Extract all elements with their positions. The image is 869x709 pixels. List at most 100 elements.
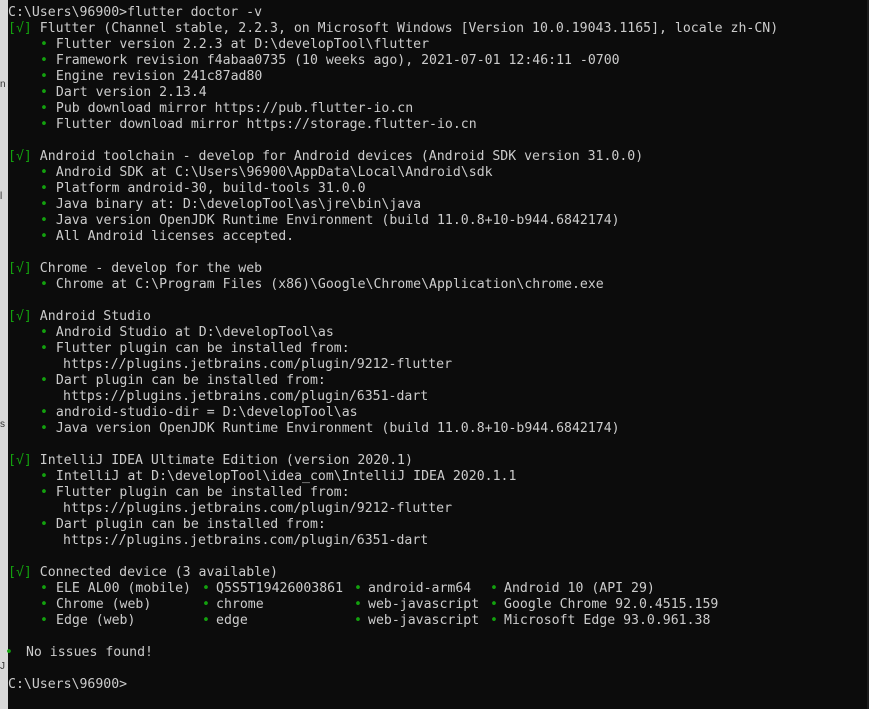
command-text: flutter doctor -v: [127, 5, 263, 20]
detail-line: • Pub download mirror https://pub.flutte…: [0, 101, 866, 117]
check-mark: [√]: [8, 453, 32, 468]
separator-bullet-icon: •: [490, 581, 498, 596]
detail-line: • All Android licenses accepted.: [0, 229, 866, 245]
detail-line: • Flutter version 2.2.3 at D:\developToo…: [0, 37, 866, 53]
bullet-icon: •: [40, 469, 48, 484]
prompt-text: C:\Users\96900>: [8, 5, 128, 20]
detail-text: IntelliJ at D:\developTool\idea_com\Inte…: [47, 469, 517, 484]
bullet-icon: •: [40, 101, 48, 116]
summary-text: No issues found!: [18, 645, 153, 660]
detail-text: Java version OpenJDK Runtime Environment…: [47, 213, 620, 228]
check-mark: [√]: [8, 309, 32, 324]
device-id: chrome: [216, 597, 264, 612]
section-title: Android Studio: [31, 309, 151, 324]
detail-line: • Framework revision f4abaa0735 (10 week…: [0, 53, 866, 69]
detail-text: Engine revision 241c87ad80: [47, 69, 263, 84]
detail-text: Flutter version 2.2.3 at D:\developTool\…: [47, 37, 430, 52]
section-title: Chrome - develop for the web: [31, 261, 263, 276]
detail-text: android-studio-dir = D:\developTool\as: [47, 405, 358, 420]
check-mark: [√]: [8, 565, 32, 580]
detail-url: https://plugins.jetbrains.com/plugin/921…: [63, 357, 453, 372]
separator-bullet-icon: •: [490, 597, 498, 612]
section-title: Android toolchain - develop for Android …: [31, 149, 644, 164]
detail-line: • Java version OpenJDK Runtime Environme…: [0, 421, 866, 437]
bullet-icon: •: [40, 373, 48, 388]
terminal-output[interactable]: C:\Users\96900>flutter doctor -v [√] Flut…: [0, 5, 866, 693]
detail-line: • Chrome at C:\Program Files (x86)\Googl…: [0, 277, 866, 293]
detail-text: Java binary at: D:\developTool\as\jre\bi…: [47, 197, 422, 212]
detail-line: • Java binary at: D:\developTool\as\jre\…: [0, 197, 866, 213]
detail-line: • IntelliJ at D:\developTool\idea_com\In…: [0, 469, 866, 485]
bullet-icon: •: [5, 645, 13, 660]
check-mark: [√]: [8, 21, 32, 36]
bullet-icon: •: [40, 69, 48, 84]
detail-line: • Dart version 2.13.4: [0, 85, 866, 101]
device-os: Microsoft Edge 93.0.961.38: [504, 613, 711, 628]
detail-text: Chrome at C:\Program Files (x86)\Google\…: [47, 277, 604, 292]
device-arch: web-javascript: [368, 597, 480, 612]
section-title: Flutter (Channel stable, 2.2.3, on Micro…: [31, 21, 779, 36]
detail-url: https://plugins.jetbrains.com/plugin/635…: [63, 533, 429, 548]
command-line: C:\Users\96900>flutter doctor -v: [0, 5, 866, 21]
bullet-icon: •: [40, 213, 48, 228]
final-prompt-line: C:\Users\96900>: [0, 677, 866, 693]
bullet-icon: •: [40, 597, 48, 612]
detail-text: Java version OpenJDK Runtime Environment…: [47, 421, 620, 436]
bullet-icon: •: [40, 485, 48, 500]
bullet-icon: •: [40, 581, 48, 596]
separator-bullet-icon: •: [202, 613, 210, 628]
detail-line: • Flutter plugin can be installed from:: [0, 341, 866, 357]
detail-line: https://plugins.jetbrains.com/plugin/635…: [0, 533, 866, 549]
detail-line: • Android Studio at D:\developTool\as: [0, 325, 866, 341]
detail-text: Flutter plugin can be installed from:: [47, 485, 350, 500]
check-mark: [√]: [8, 261, 32, 276]
device-name: Edge (web): [56, 613, 136, 628]
separator-bullet-icon: •: [354, 597, 362, 612]
separator-bullet-icon: •: [490, 613, 498, 628]
device-arch: web-javascript: [368, 613, 480, 628]
separator-bullet-icon: •: [354, 613, 362, 628]
detail-line: https://plugins.jetbrains.com/plugin/635…: [0, 389, 866, 405]
detail-line: • android-studio-dir = D:\developTool\as: [0, 405, 866, 421]
section-header: [√] Chrome - develop for the web: [0, 261, 866, 277]
detail-line: • Dart plugin can be installed from:: [0, 517, 866, 533]
bullet-icon: •: [40, 197, 48, 212]
device-row: • ELE AL00 (mobile) • Q5S5T19426003861 • andr…: [0, 581, 866, 597]
bullet-icon: •: [40, 37, 48, 52]
detail-line: • Platform android-30, build-tools 31.0.…: [0, 181, 866, 197]
detail-line: https://plugins.jetbrains.com/plugin/921…: [0, 501, 866, 517]
detail-line: • Dart plugin can be installed from:: [0, 373, 866, 389]
bullet-icon: •: [40, 181, 48, 196]
detail-text: Dart plugin can be installed from:: [47, 517, 326, 532]
detail-line: https://plugins.jetbrains.com/plugin/921…: [0, 357, 866, 373]
bullet-icon: •: [40, 517, 48, 532]
device-arch: android-arm64: [368, 581, 472, 596]
separator-bullet-icon: •: [354, 581, 362, 596]
detail-line: • Android SDK at C:\Users\96900\AppData\…: [0, 165, 866, 181]
section-header: [√] IntelliJ IDEA Ultimate Edition (vers…: [0, 453, 866, 469]
bullet-icon: •: [40, 117, 48, 132]
detail-text: Flutter download mirror https://storage.…: [47, 117, 477, 132]
detail-line: • Java version OpenJDK Runtime Environme…: [0, 213, 866, 229]
terminal-window[interactable]: n l s J C:\Users\96900>flutter doctor -v…: [0, 0, 869, 709]
summary-line: • No issues found!: [0, 645, 866, 661]
detail-text: Pub download mirror https://pub.flutter-…: [47, 101, 414, 116]
separator-bullet-icon: •: [202, 581, 210, 596]
detail-text: Dart plugin can be installed from:: [47, 373, 326, 388]
detail-url: https://plugins.jetbrains.com/plugin/921…: [63, 501, 453, 516]
device-os: Android 10 (API 29): [504, 581, 655, 596]
bullet-icon: •: [40, 85, 48, 100]
detail-line: • Flutter plugin can be installed from:: [0, 485, 866, 501]
device-row: • Chrome (web) • chrome • web-javascript • Goog…: [0, 597, 866, 613]
bullet-icon: •: [40, 613, 48, 628]
detail-line: • Flutter download mirror https://storag…: [0, 117, 866, 133]
detail-text: Android SDK at C:\Users\96900\AppData\Lo…: [47, 165, 493, 180]
detail-text: Flutter plugin can be installed from:: [47, 341, 350, 356]
detail-text: Dart version 2.13.4: [47, 85, 207, 100]
